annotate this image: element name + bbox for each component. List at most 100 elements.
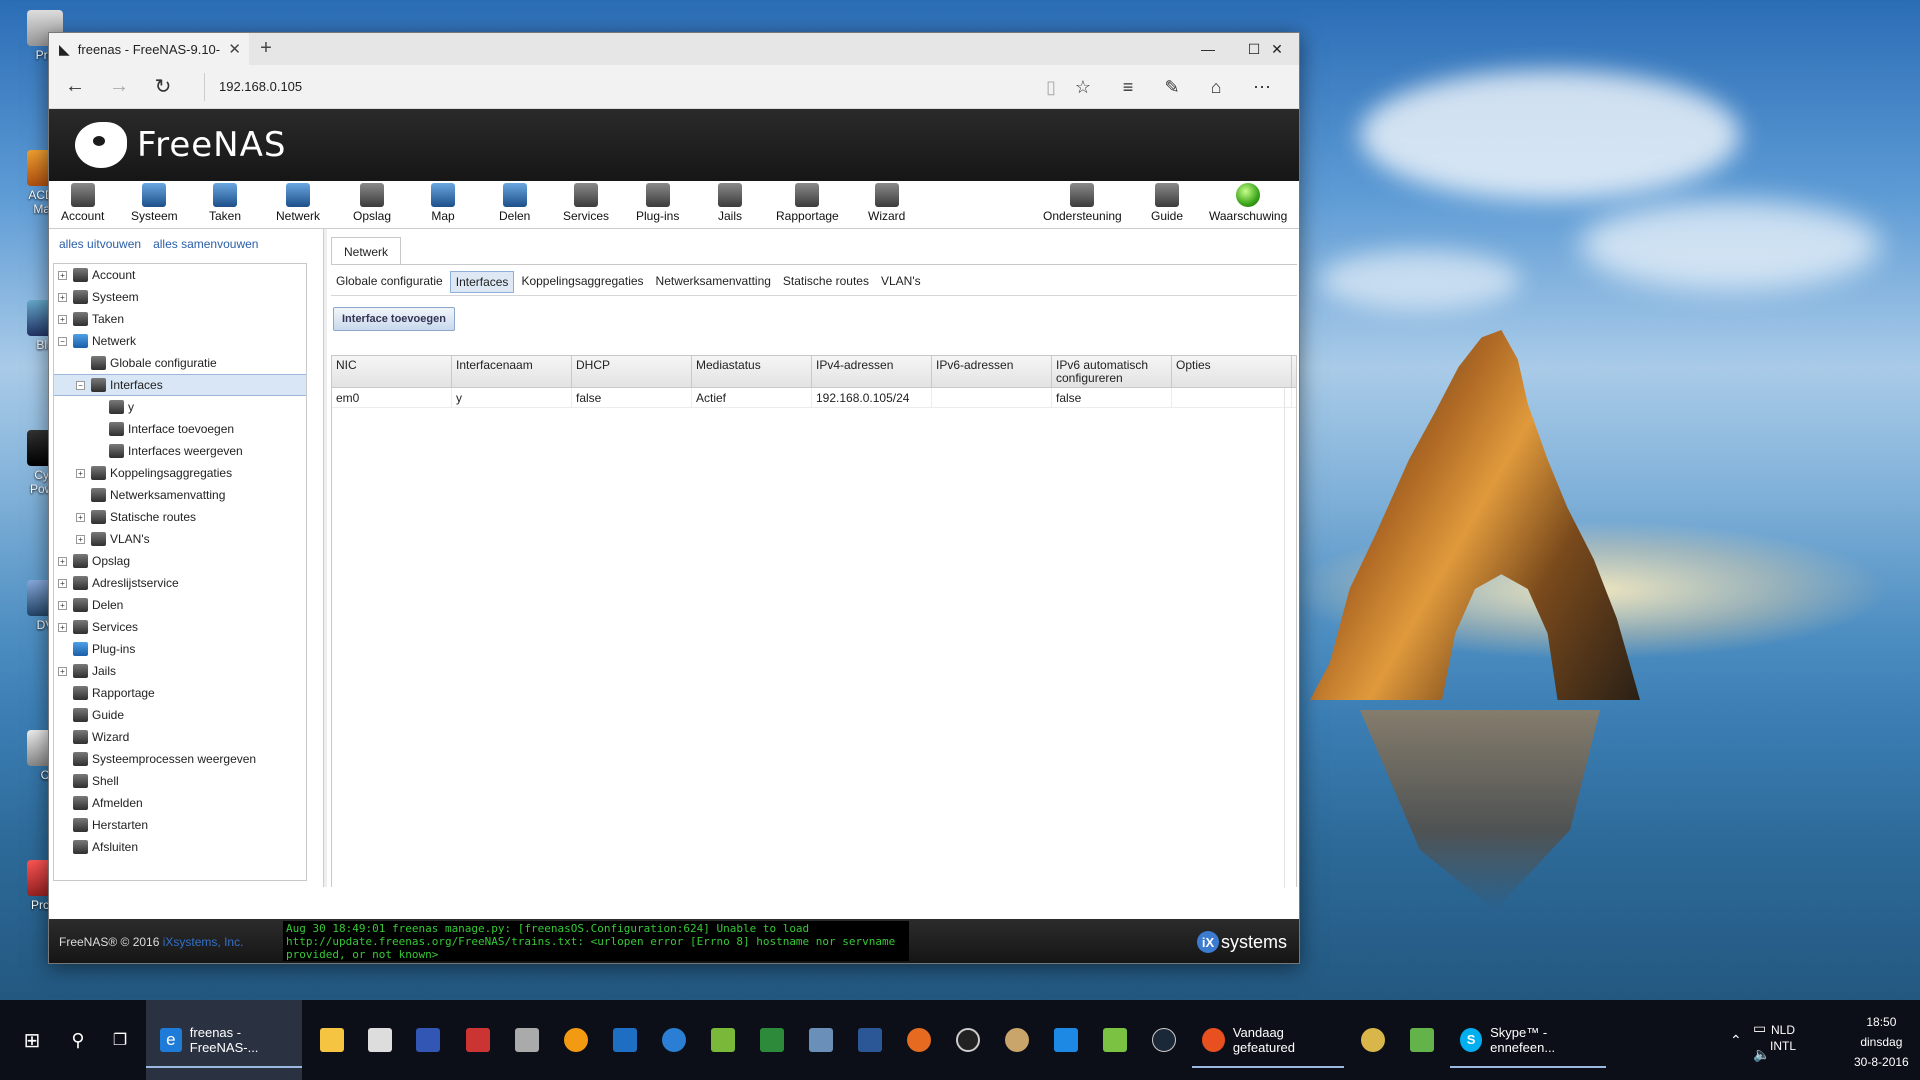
tree-item[interactable]: Interface toevoegen [54, 418, 306, 440]
subtab[interactable]: Koppelingsaggregaties [516, 271, 648, 293]
tab-close-icon[interactable]: ✕ [228, 40, 241, 58]
tree-item[interactable]: Netwerksamenvatting [54, 484, 306, 506]
tree-expander-icon[interactable]: + [58, 622, 67, 632]
tree-expander-icon[interactable]: + [76, 468, 85, 478]
tree-item[interactable]: + Koppelingsaggregaties [54, 462, 306, 484]
toolbar-taken[interactable]: Taken [209, 183, 241, 223]
taskbar-teamviewer[interactable] [1054, 1000, 1078, 1080]
toolbar-guide[interactable]: Guide [1151, 183, 1183, 223]
hub-icon[interactable]: ≡ [1115, 75, 1141, 99]
task-view-icon[interactable]: ❐ [100, 1000, 140, 1080]
company-link[interactable]: iXsystems, Inc. [163, 935, 244, 949]
taskbar-layers[interactable] [1103, 1000, 1127, 1080]
tree-expander-icon[interactable]: − [76, 380, 85, 390]
tree-expander-icon[interactable]: + [58, 600, 67, 610]
share-icon[interactable]: ⌂ [1203, 75, 1229, 99]
table-row[interactable]: em0 y false Actief 192.168.0.105/24 false [332, 388, 1296, 408]
tree-item[interactable]: Rapportage [54, 682, 306, 704]
tree-expander-icon[interactable]: + [76, 534, 85, 544]
tree-item[interactable]: Shell [54, 770, 306, 792]
subtab[interactable]: Netwerksamenvatting [651, 271, 776, 293]
toolbar-map[interactable]: Map [431, 183, 455, 223]
column-header[interactable]: Opties [1172, 356, 1292, 387]
column-header[interactable]: Mediastatus [692, 356, 812, 387]
column-header[interactable]: NIC [332, 356, 452, 387]
toolbar-services[interactable]: Services [563, 183, 609, 223]
toolbar-ondersteuning[interactable]: Ondersteuning [1043, 183, 1122, 223]
taskbar-network-app[interactable] [662, 1000, 686, 1080]
subtab[interactable]: VLAN's [876, 271, 926, 293]
tree-item[interactable]: + Taken [54, 308, 306, 330]
tree-item[interactable]: + Delen [54, 594, 306, 616]
tree-expander-icon[interactable]: + [76, 512, 85, 522]
back-button[interactable]: ← [53, 65, 97, 109]
taskbar-outlook[interactable] [613, 1000, 637, 1080]
tree-item[interactable]: Plug-ins [54, 638, 306, 660]
taskbar-chrome-like[interactable] [1361, 1000, 1385, 1080]
tree-item[interactable]: + Opslag [54, 550, 306, 572]
show-hidden-icons-chevron-icon[interactable]: ⌃ [1730, 1000, 1742, 1080]
taskbar-z-app[interactable] [711, 1000, 735, 1080]
taskbar-plane[interactable] [809, 1000, 833, 1080]
grid-scrollbar[interactable] [1284, 388, 1296, 888]
tree-item[interactable]: + VLAN's [54, 528, 306, 550]
toolbar-wizard[interactable]: Wizard [868, 183, 905, 223]
tree-item[interactable]: Globale configuratie [54, 352, 306, 374]
tree-expander-icon[interactable]: + [58, 314, 67, 324]
volume-icon[interactable]: 🔈 [1753, 1014, 1770, 1080]
tab-netwerk[interactable]: Netwerk [331, 237, 401, 265]
tree-item[interactable]: + Account [54, 264, 306, 286]
taskbar-word[interactable] [858, 1000, 882, 1080]
toolbar-opslag[interactable]: Opslag [353, 183, 391, 223]
taskbar-monitor[interactable] [760, 1000, 784, 1080]
taskbar-store[interactable] [368, 1000, 392, 1080]
toolbar-delen[interactable]: Delen [499, 183, 530, 223]
tree-item[interactable]: Afsluiten [54, 836, 306, 858]
toolbar-rapportage[interactable]: Rapportage [776, 183, 839, 223]
toolbar-jails[interactable]: Jails [718, 183, 742, 223]
taskbar-planet[interactable] [1005, 1000, 1029, 1080]
tree-item[interactable]: + Jails [54, 660, 306, 682]
tree-expander-icon[interactable]: − [58, 336, 67, 346]
tree-item[interactable]: − Interfaces [54, 374, 306, 396]
tree-item[interactable]: − Netwerk [54, 330, 306, 352]
taskbar-media[interactable] [956, 1000, 980, 1080]
favorite-star-icon[interactable]: ☆ [1070, 75, 1096, 99]
toolbar-account[interactable]: Account [61, 183, 104, 223]
tree-expander-icon[interactable]: + [58, 666, 67, 676]
tree-item[interactable]: + Services [54, 616, 306, 638]
taskbar-explorer[interactable] [320, 1000, 344, 1080]
minimize-button[interactable]: — [1185, 33, 1231, 65]
close-window-button[interactable]: ✕ [1254, 33, 1300, 65]
tree-expander-icon[interactable]: + [58, 292, 67, 302]
tree-item[interactable]: + Statische routes [54, 506, 306, 528]
taskbar-vandaag[interactable]: Vandaag gefeatured [1192, 1000, 1344, 1080]
toolbar-netwerk[interactable]: Netwerk [276, 183, 320, 223]
tree-item[interactable]: Afmelden [54, 792, 306, 814]
forward-button[interactable]: → [97, 65, 141, 109]
column-header[interactable]: IPv6-adressen [932, 356, 1052, 387]
taskbar-bolt[interactable] [564, 1000, 588, 1080]
tree-item[interactable]: Interfaces weergeven [54, 440, 306, 462]
new-tab-button[interactable]: + [253, 37, 279, 60]
column-header[interactable]: IPv6 automatisch configureren [1052, 356, 1172, 387]
expand-all-link[interactable]: alles uitvouwen [59, 237, 141, 251]
refresh-button[interactable]: ↻ [141, 65, 185, 109]
url-field[interactable]: 192.168.0.105 [219, 79, 302, 94]
language-indicator[interactable]: NLD INTL [1770, 1022, 1796, 1054]
column-header[interactable]: IPv4-adressen [812, 356, 932, 387]
tree-item[interactable]: Guide [54, 704, 306, 726]
clock[interactable]: 18:50 dinsdag 30-8-2016 [1854, 1012, 1909, 1072]
toolbar-waarschuwing[interactable]: Waarschuwing [1209, 183, 1287, 223]
taskbar-steam[interactable] [1152, 1000, 1176, 1080]
reading-view-icon[interactable]: ▯ [1038, 75, 1064, 99]
tree-item[interactable]: + Adreslijstservice [54, 572, 306, 594]
subtab[interactable]: Interfaces [449, 271, 515, 293]
tree-expander-icon[interactable]: + [58, 270, 67, 280]
search-icon[interactable]: ⚲ [58, 1000, 98, 1080]
taskbar-firefox[interactable] [907, 1000, 931, 1080]
taskbar-clapper[interactable] [466, 1000, 490, 1080]
web-note-icon[interactable]: ✎ [1159, 75, 1185, 99]
tree-item[interactable]: Herstarten [54, 814, 306, 836]
tree-item[interactable]: y [54, 396, 306, 418]
